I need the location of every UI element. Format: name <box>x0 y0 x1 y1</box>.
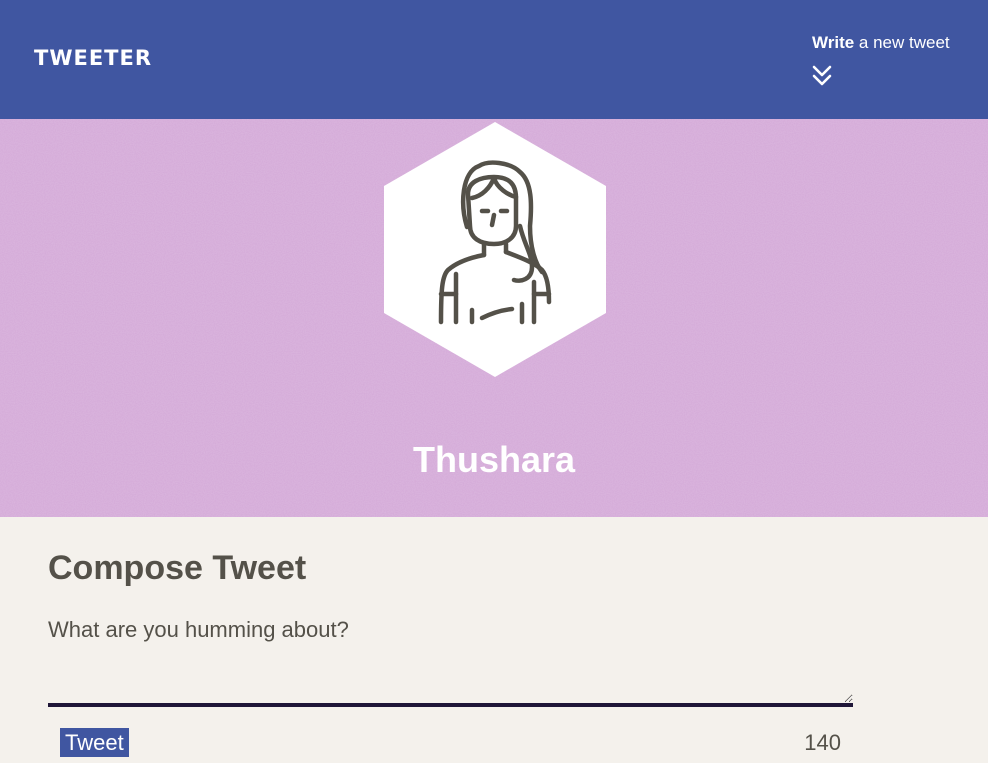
tweet-submit-button[interactable]: Tweet <box>60 728 129 757</box>
top-navbar: TWEETER Write a new tweet <box>0 0 988 119</box>
write-new-tweet-strong: Write <box>812 33 855 52</box>
compose-tweet-section: Compose Tweet Tweet 140 <box>0 517 988 763</box>
profile-username: Thushara <box>412 439 576 480</box>
tweet-textarea[interactable] <box>48 615 853 707</box>
double-chevron-down-icon[interactable] <box>812 64 832 88</box>
write-new-tweet-link[interactable]: Write a new tweet <box>812 31 950 55</box>
character-counter: 140 <box>804 730 841 755</box>
profile-header: Thushara <box>0 119 988 517</box>
woman-avatar-icon <box>384 122 606 377</box>
app-logo[interactable]: TWEETER <box>34 44 152 72</box>
write-new-tweet-rest: a new tweet <box>854 33 950 52</box>
compose-tweet-heading: Compose Tweet <box>48 549 307 587</box>
